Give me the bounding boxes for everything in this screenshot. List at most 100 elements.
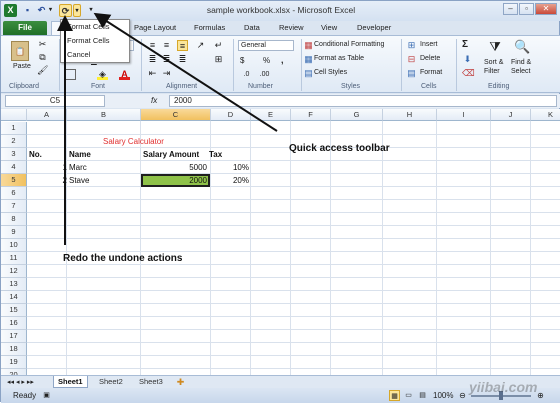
row-header-5[interactable]: 5: [1, 174, 27, 187]
select-all-corner[interactable]: [1, 109, 27, 121]
format-icon[interactable]: ▤: [406, 68, 417, 79]
formula-input[interactable]: 2000: [169, 95, 557, 107]
row-header-18[interactable]: 18: [1, 343, 27, 356]
cell-tax[interactable]: 20%: [211, 174, 249, 187]
decrease-indent-icon[interactable]: ⇤: [147, 68, 158, 79]
column-header-e[interactable]: E: [251, 109, 291, 121]
column-header-c[interactable]: C: [141, 109, 211, 121]
autosum-button[interactable]: Σ: [462, 39, 468, 50]
row-header-2[interactable]: 2: [1, 135, 27, 148]
sheet-tab-2[interactable]: Sheet2: [95, 376, 127, 388]
fill-color-icon[interactable]: ◈: [97, 69, 108, 80]
row-header-14[interactable]: 14: [1, 291, 27, 304]
row-header-1[interactable]: 1: [1, 122, 27, 135]
column-header-h[interactable]: H: [383, 109, 437, 121]
dropdown-item-cancel[interactable]: Cancel: [67, 50, 90, 59]
comma-button[interactable]: ,: [281, 55, 284, 65]
find-select-label-1[interactable]: Find &: [511, 59, 531, 66]
tab-review[interactable]: Review: [279, 23, 304, 32]
borders-icon[interactable]: [65, 69, 76, 80]
row-header-6[interactable]: 6: [1, 187, 27, 200]
tab-developer[interactable]: Developer: [357, 23, 391, 32]
title-cell[interactable]: Salary Calculator: [103, 135, 164, 148]
page-break-view-icon[interactable]: ▤: [417, 390, 428, 401]
insert-icon[interactable]: ⊞: [406, 40, 417, 51]
align-left-icon[interactable]: ≣: [147, 54, 158, 65]
paste-label[interactable]: Paste: [13, 63, 31, 70]
column-header-i[interactable]: I: [437, 109, 491, 121]
merge-center-icon[interactable]: ⊞: [213, 54, 224, 65]
row-header-13[interactable]: 13: [1, 278, 27, 291]
format-as-table-icon[interactable]: ▦: [303, 54, 314, 65]
delete-icon[interactable]: ⊟: [406, 54, 417, 65]
tab-view[interactable]: View: [321, 23, 337, 32]
align-top-icon[interactable]: ≡: [147, 40, 158, 51]
percent-button[interactable]: %: [263, 56, 270, 65]
row-header-19[interactable]: 19: [1, 356, 27, 369]
increase-decimal-icon[interactable]: .0: [241, 69, 252, 80]
conditional-formatting-button[interactable]: Conditional Formatting: [314, 41, 384, 48]
copy-icon[interactable]: ⧉: [37, 52, 48, 63]
number-format-box[interactable]: General: [238, 40, 294, 51]
cell-no[interactable]: 1: [29, 161, 67, 174]
zoom-level[interactable]: 100%: [433, 391, 453, 400]
column-header-k[interactable]: K: [531, 109, 560, 121]
cell-styles-button[interactable]: Cell Styles: [314, 69, 347, 76]
row-header-9[interactable]: 9: [1, 226, 27, 239]
increase-indent-icon[interactable]: ⇥: [161, 68, 172, 79]
cell-name[interactable]: Marc: [69, 161, 87, 174]
cell-no[interactable]: 2: [29, 174, 67, 187]
align-bottom-icon[interactable]: ≡: [177, 40, 188, 51]
column-header-g[interactable]: G: [331, 109, 383, 121]
cut-icon[interactable]: ✂: [37, 39, 48, 50]
tab-data[interactable]: Data: [244, 23, 260, 32]
row-header-16[interactable]: 16: [1, 317, 27, 330]
tab-formulas[interactable]: Formulas: [194, 23, 225, 32]
delete-button[interactable]: Delete: [420, 55, 440, 62]
insert-button[interactable]: Insert: [420, 41, 438, 48]
sort-filter-icon[interactable]: ⧩: [487, 39, 503, 55]
align-right-icon[interactable]: ≣: [177, 54, 188, 65]
currency-button[interactable]: $: [240, 56, 244, 65]
header-salary[interactable]: Salary Amount: [143, 148, 199, 161]
cell-name[interactable]: Stave: [69, 174, 89, 187]
column-header-j[interactable]: J: [491, 109, 531, 121]
header-no[interactable]: No.: [29, 148, 42, 161]
row-header-8[interactable]: 8: [1, 213, 27, 226]
sort-filter-label-2[interactable]: Filter: [484, 68, 500, 75]
tab-file[interactable]: File: [3, 21, 47, 35]
sort-filter-label-1[interactable]: Sort &: [484, 59, 503, 66]
zoom-out-icon[interactable]: ⊖: [457, 390, 468, 401]
find-select-label-2[interactable]: Select: [511, 68, 530, 75]
close-button[interactable]: ✕: [535, 3, 557, 15]
column-header-b[interactable]: B: [67, 109, 141, 121]
clear-icon[interactable]: ⌫: [462, 68, 475, 79]
spreadsheet-grid[interactable]: ABCDEFGHIJK 1 2 3 4 5 6 7 8 9 10 11 12 13 14 15 16 17 18 1…: [1, 109, 560, 375]
format-button[interactable]: Format: [420, 69, 442, 76]
fill-icon[interactable]: ⬇: [462, 54, 473, 65]
fx-label[interactable]: fx: [151, 96, 157, 105]
row-header-3[interactable]: 3: [1, 148, 27, 161]
font-color-icon[interactable]: A: [119, 69, 130, 80]
tab-page-layout[interactable]: Page Layout: [134, 23, 176, 32]
cell-styles-icon[interactable]: ▤: [303, 68, 314, 79]
row-header-17[interactable]: 17: [1, 330, 27, 343]
new-sheet-icon[interactable]: ✚: [175, 377, 186, 388]
orientation-icon[interactable]: ↗: [195, 40, 206, 51]
row-header-7[interactable]: 7: [1, 200, 27, 213]
cell-salary[interactable]: 2000: [141, 174, 207, 187]
paste-icon[interactable]: 📋: [11, 41, 29, 61]
row-header-4[interactable]: 4: [1, 161, 27, 174]
column-header-d[interactable]: D: [211, 109, 251, 121]
align-middle-icon[interactable]: ≡: [161, 40, 172, 51]
cell-salary[interactable]: 5000: [141, 161, 207, 174]
sheet-tab-1[interactable]: Sheet1: [53, 376, 88, 388]
column-header-a[interactable]: A: [27, 109, 67, 121]
align-center-icon[interactable]: ≣: [161, 54, 172, 65]
minimize-button[interactable]: –: [503, 3, 518, 15]
normal-view-icon[interactable]: ▦: [389, 390, 400, 401]
row-header-11[interactable]: 11: [1, 252, 27, 265]
cell-tax[interactable]: 10%: [211, 161, 249, 174]
header-tax[interactable]: Tax: [209, 148, 222, 161]
format-painter-icon[interactable]: 🖌: [37, 65, 48, 76]
